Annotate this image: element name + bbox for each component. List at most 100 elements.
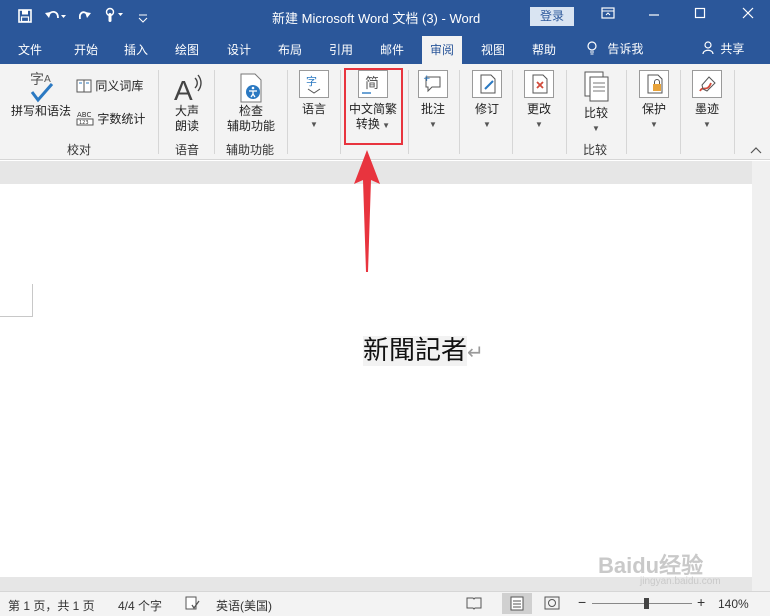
quick-access-toolbar bbox=[18, 7, 148, 28]
zoom-slider-handle[interactable] bbox=[644, 598, 649, 609]
spelling-label: 拼写和语法 bbox=[10, 104, 71, 118]
spelling-grammar-button[interactable]: 字A 拼写和语法 bbox=[10, 70, 72, 119]
svg-text:字: 字 bbox=[30, 72, 44, 88]
language-status[interactable]: 英语(美国) bbox=[216, 597, 272, 614]
page-count[interactable]: 第 1 页，共 1 页 bbox=[8, 597, 95, 614]
document-text[interactable]: 新聞記者 bbox=[363, 336, 468, 366]
login-button[interactable]: 登录 bbox=[530, 7, 574, 26]
thesaurus-label: 同义词库 bbox=[95, 79, 144, 93]
tab-layout[interactable]: 布局 bbox=[278, 41, 302, 58]
tab-insert[interactable]: 插入 bbox=[124, 41, 148, 58]
chevron-down-icon: ▼ bbox=[703, 120, 711, 129]
tab-design[interactable]: 设计 bbox=[227, 41, 251, 58]
paragraph-mark: ↵ bbox=[467, 340, 484, 364]
protect-button[interactable]: 保护 ▼ bbox=[637, 70, 671, 132]
group-separator bbox=[340, 70, 341, 154]
touch-icon[interactable] bbox=[104, 7, 126, 28]
tracking-button[interactable]: 修订 ▼ bbox=[470, 70, 504, 132]
tab-review[interactable]: 审阅 bbox=[422, 36, 463, 64]
tab-help[interactable]: 帮助 bbox=[532, 41, 556, 58]
tab-view[interactable]: 视图 bbox=[481, 41, 505, 58]
zoom-level[interactable]: 140% bbox=[718, 597, 749, 611]
tab-draw[interactable]: 绘图 bbox=[175, 41, 199, 58]
collapse-ribbon-icon[interactable] bbox=[750, 144, 762, 158]
share-label: 共享 bbox=[720, 42, 745, 56]
comments-button[interactable]: + 批注 ▼ bbox=[416, 70, 450, 132]
ink-button[interactable]: 墨迹 ▼ bbox=[690, 70, 724, 132]
tracking-label: 修订 bbox=[474, 102, 499, 116]
ink-pen-icon bbox=[692, 70, 722, 98]
person-icon bbox=[702, 41, 717, 56]
svg-text:字: 字 bbox=[306, 74, 317, 88]
ribbon-tabs: 文件 开始 插入 绘图 设计 布局 引用 邮件 审阅 视图 帮助 告诉我 共享 bbox=[0, 34, 770, 64]
redo-icon[interactable] bbox=[78, 8, 92, 28]
accept-reject-icon bbox=[524, 70, 554, 98]
book-icon bbox=[76, 79, 95, 93]
accessibility-icon bbox=[222, 72, 280, 104]
word-count-label: 字数统计 bbox=[97, 112, 146, 126]
close-icon[interactable] bbox=[738, 6, 758, 23]
print-layout-icon[interactable] bbox=[502, 593, 532, 614]
group-separator bbox=[512, 70, 513, 154]
minimize-icon[interactable] bbox=[644, 6, 664, 23]
save-icon[interactable] bbox=[18, 8, 32, 28]
vertical-scrollbar[interactable] bbox=[752, 161, 770, 591]
zoom-in-button[interactable]: + bbox=[697, 594, 705, 610]
proofing-status-icon[interactable] bbox=[184, 595, 200, 614]
group-separator bbox=[680, 70, 681, 154]
read-aloud-label-1: 大声 bbox=[174, 104, 199, 118]
chevron-down-icon: ▼ bbox=[535, 120, 543, 129]
tab-references[interactable]: 引用 bbox=[329, 41, 353, 58]
read-aloud-button[interactable]: A 大声 朗读 bbox=[170, 72, 204, 134]
comment-icon: + bbox=[418, 70, 448, 98]
svg-text:A: A bbox=[44, 74, 51, 85]
annotation-arrow bbox=[352, 150, 382, 277]
chevron-down-icon: ▼ bbox=[310, 120, 318, 129]
word-count-status[interactable]: 4/4 个字 bbox=[118, 597, 162, 614]
tab-home[interactable]: 开始 bbox=[74, 41, 98, 58]
highlight-box bbox=[344, 68, 403, 145]
group-label-proofing: 校对 bbox=[67, 143, 92, 157]
window-title: 新建 Microsoft Word 文档 (3) - Word bbox=[272, 11, 481, 26]
status-bar: 第 1 页，共 1 页 4/4 个字 英语(美国) − + 140% bbox=[0, 591, 770, 616]
chevron-down-icon: ▼ bbox=[650, 120, 658, 129]
tell-me-search[interactable]: 告诉我 bbox=[586, 40, 643, 57]
ink-label: 墨迹 bbox=[694, 102, 719, 116]
check-accessibility-button[interactable]: 检查 辅助功能 bbox=[222, 72, 280, 134]
group-separator bbox=[214, 70, 215, 154]
tab-file[interactable]: 文件 bbox=[18, 41, 42, 58]
zoom-slider-track[interactable] bbox=[592, 603, 692, 604]
group-separator bbox=[287, 70, 288, 154]
tab-mailings[interactable]: 邮件 bbox=[380, 41, 404, 58]
language-button[interactable]: 字 语言 ▼ bbox=[297, 70, 331, 132]
chevron-down-icon: ▼ bbox=[483, 120, 491, 129]
group-separator bbox=[158, 70, 159, 154]
undo-icon[interactable] bbox=[44, 8, 66, 28]
changes-label: 更改 bbox=[526, 102, 551, 116]
web-layout-icon[interactable] bbox=[544, 596, 560, 613]
thesaurus-button[interactable]: 同义词库 bbox=[76, 79, 143, 94]
changes-button[interactable]: 更改 ▼ bbox=[522, 70, 556, 132]
language-label: 语言 bbox=[301, 102, 326, 116]
chevron-down-icon: ▼ bbox=[429, 120, 437, 129]
compare-button[interactable]: 比较 ▼ bbox=[579, 70, 613, 136]
word-count-icon: ABC 123 bbox=[76, 111, 97, 126]
protect-label: 保护 bbox=[641, 102, 666, 116]
track-changes-icon bbox=[472, 70, 502, 98]
group-separator bbox=[626, 70, 627, 154]
document-body-text[interactable]: 新聞記者↵ bbox=[363, 330, 484, 367]
read-mode-icon[interactable] bbox=[466, 596, 482, 613]
group-label-accessibility: 辅助功能 bbox=[226, 143, 275, 157]
maximize-icon[interactable] bbox=[690, 6, 710, 23]
group-separator bbox=[459, 70, 460, 154]
word-count-button[interactable]: ABC 123 字数统计 bbox=[76, 110, 145, 127]
share-button[interactable]: 共享 bbox=[702, 40, 744, 57]
language-icon: 字 bbox=[299, 70, 329, 98]
ribbon-display-icon[interactable] bbox=[598, 6, 618, 23]
customize-icon[interactable] bbox=[138, 8, 148, 28]
zoom-out-button[interactable]: − bbox=[578, 594, 586, 610]
lock-icon bbox=[639, 70, 669, 98]
title-bar: 新建 Microsoft Word 文档 (3) - Word 登录 bbox=[0, 0, 770, 34]
read-aloud-icon: A bbox=[170, 72, 204, 106]
lightbulb-icon bbox=[586, 41, 601, 56]
